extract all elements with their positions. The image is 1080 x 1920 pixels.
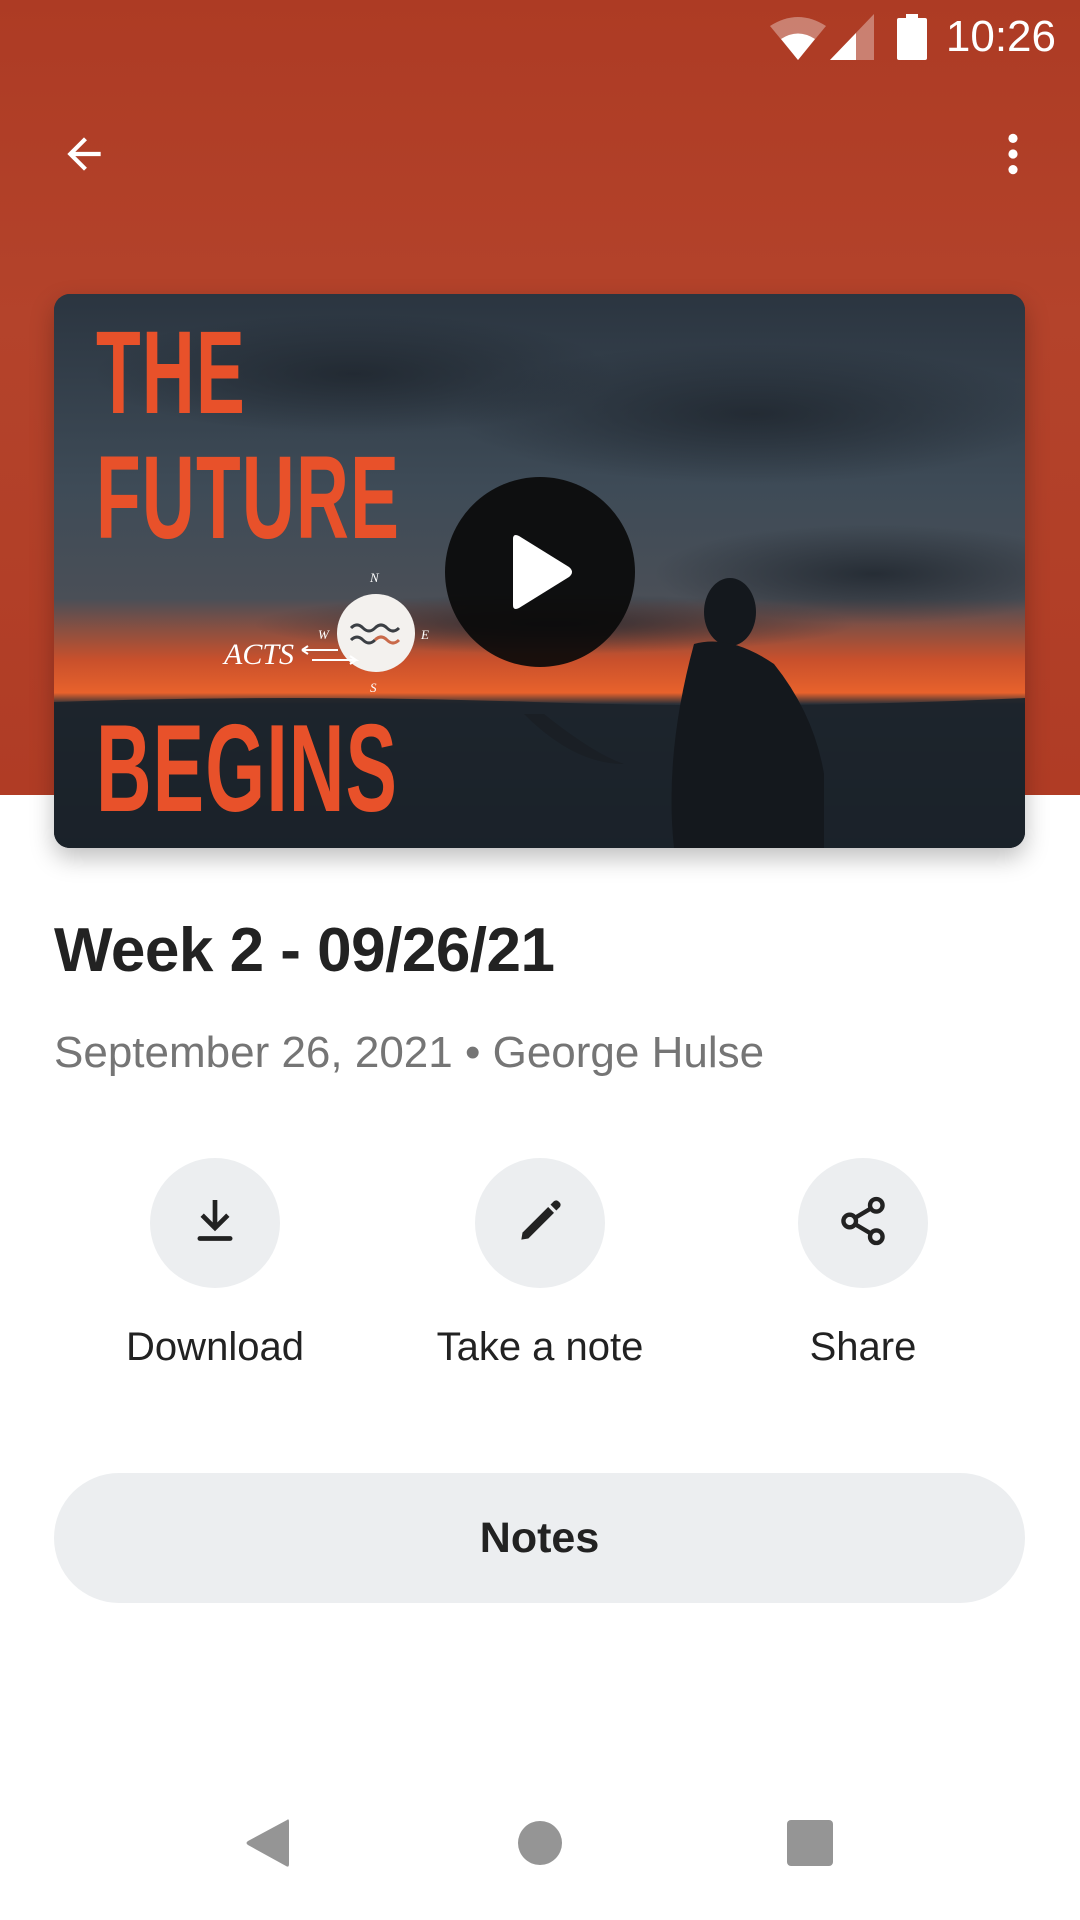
compass-arrows-icon	[301, 645, 360, 665]
download-icon	[187, 1193, 243, 1254]
sermon-title: Week 2 - 09/26/21	[54, 916, 555, 985]
wifi-icon	[770, 16, 826, 65]
play-button[interactable]	[445, 477, 635, 667]
sermon-date: September 26, 2021	[54, 1028, 453, 1077]
share-icon	[834, 1192, 892, 1255]
nav-home-icon	[517, 1820, 563, 1871]
thumbnail-title-line2: FUTURE	[96, 432, 401, 564]
meta-separator: •	[464, 1028, 481, 1077]
play-icon	[505, 533, 575, 611]
download-button[interactable]: Download	[85, 1158, 345, 1370]
status-bar: 10:26	[0, 0, 1080, 75]
cell-signal-icon	[830, 14, 874, 65]
sermon-speaker: George Hulse	[492, 1028, 765, 1077]
take-note-button[interactable]: Take a note	[410, 1158, 670, 1370]
sermon-meta: September 26, 2021 • George Hulse	[54, 1028, 764, 1078]
take-note-label: Take a note	[436, 1325, 644, 1369]
thumbnail-title-line1: THE	[96, 307, 247, 439]
compass-s: S	[370, 680, 377, 695]
more-vert-icon	[988, 129, 1038, 184]
action-row: Download Take a note Share	[0, 1158, 1080, 1378]
more-options-button[interactable]	[957, 100, 1069, 212]
share-button-circle[interactable]	[798, 1158, 928, 1288]
compass-e: E	[421, 627, 429, 642]
battery-icon	[897, 14, 927, 65]
acts-compass-logo: ACTS N S W E	[220, 570, 429, 700]
system-nav-bar	[0, 1790, 1080, 1920]
compass-w: W	[318, 627, 329, 642]
download-button-circle[interactable]	[150, 1158, 280, 1288]
nav-back-icon	[243, 1816, 293, 1875]
share-label: Share	[809, 1325, 917, 1369]
status-time: 10:26	[945, 12, 1056, 61]
nav-recents-button[interactable]	[740, 1790, 880, 1900]
sermon-video-thumbnail[interactable]: THE FUTURE BEGINS ACTS N S W E	[54, 294, 1025, 848]
pencil-icon	[512, 1193, 568, 1254]
back-button[interactable]	[28, 100, 140, 212]
thumbnail-title-line3: BEGINS	[96, 700, 399, 838]
compass-n: N	[370, 570, 379, 585]
download-label: Download	[126, 1325, 304, 1369]
arrow-back-icon	[59, 129, 109, 184]
nav-back-button[interactable]	[198, 1790, 338, 1900]
share-button[interactable]: Share	[733, 1158, 993, 1370]
nav-home-button[interactable]	[470, 1790, 610, 1900]
logo-text: ACTS	[224, 638, 295, 671]
nav-recents-icon	[787, 1819, 833, 1871]
take-note-button-circle[interactable]	[475, 1158, 605, 1288]
notes-button[interactable]: Notes	[54, 1473, 1025, 1603]
toolbar	[0, 100, 1080, 212]
